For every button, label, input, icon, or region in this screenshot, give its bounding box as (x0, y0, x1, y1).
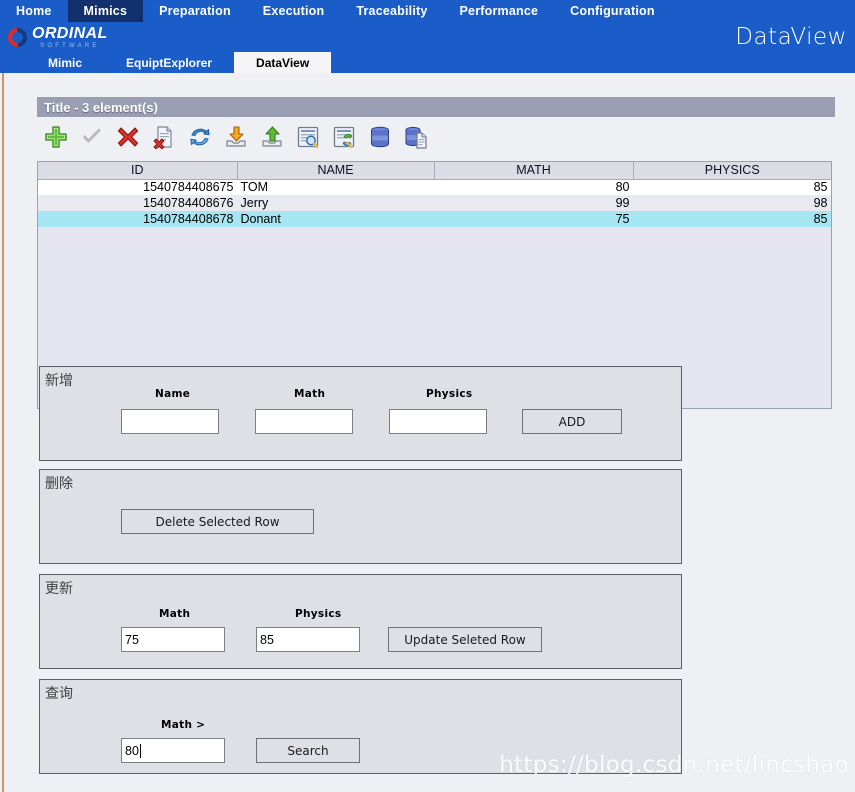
query-math-label: Math > (161, 719, 206, 731)
cell-math: 75 (434, 211, 633, 227)
query-section: 查询 Math > 80 Search (39, 679, 682, 774)
logo-name: ORDINAL (32, 24, 108, 42)
ordinal-ring-icon (4, 23, 31, 51)
left-edge-stripe (2, 72, 4, 792)
delete-icon[interactable] (115, 124, 141, 150)
cell-math: 99 (434, 195, 633, 211)
add-section-legend: 新增 (45, 373, 73, 389)
tab-equiptexplorer[interactable]: EquiptExplorer (104, 52, 234, 73)
add-name-input[interactable] (121, 409, 219, 434)
nav-item-configuration[interactable]: Configuration (554, 0, 671, 22)
ordinal-logo: ORDINAL SOFTWARE (0, 23, 108, 51)
table-row[interactable]: 1540784408676 Jerry 99 98 (38, 195, 831, 211)
add-physics-input[interactable] (389, 409, 487, 434)
nav-item-performance[interactable]: Performance (444, 0, 555, 22)
column-header-name[interactable]: NAME (237, 162, 435, 180)
cell-name: Donant (237, 211, 434, 227)
import-icon[interactable] (223, 124, 249, 150)
update-section-legend: 更新 (45, 581, 73, 597)
cell-physics: 98 (633, 195, 831, 211)
brand-band: ORDINAL SOFTWARE DataView (0, 22, 855, 52)
update-math-input[interactable]: 75 (121, 627, 225, 652)
update-physics-label: Physics (295, 608, 342, 620)
main-navigation-bar: Home Mimics Preparation Execution Tracea… (0, 0, 855, 22)
delete-section: 删除 Delete Selected Row (39, 469, 682, 564)
validate-check-icon[interactable] (79, 124, 105, 150)
export-icon[interactable] (259, 124, 285, 150)
query-section-legend: 查询 (45, 686, 73, 702)
delete-document-icon[interactable] (151, 124, 177, 150)
cell-math: 80 (434, 179, 633, 195)
cell-physics: 85 (633, 211, 831, 227)
tab-mimic[interactable]: Mimic (26, 52, 104, 73)
data-table: ID NAME MATH PHYSICS 1540784408675 TOM 8… (38, 162, 832, 227)
nav-item-home[interactable]: Home (0, 0, 68, 22)
cell-id: 1540784408675 (38, 179, 237, 195)
cell-name: Jerry (237, 195, 434, 211)
add-math-input[interactable] (255, 409, 353, 434)
table-row-selected[interactable]: 1540784408678 Donant 75 85 (38, 211, 831, 227)
update-selected-row-button[interactable]: Update Seleted Row (388, 627, 542, 652)
query-math-input[interactable]: 80 (121, 738, 225, 763)
add-physics-label: Physics (426, 388, 473, 400)
nav-item-traceability[interactable]: Traceability (340, 0, 443, 22)
add-name-label: Name (155, 388, 191, 400)
add-button[interactable]: ADD (522, 409, 622, 434)
sub-tab-bar: Mimic EquiptExplorer DataView (0, 52, 855, 73)
panel-title: Title - 3 element(s) (37, 97, 835, 117)
column-header-id[interactable]: ID (38, 162, 238, 180)
cell-id: 1540784408676 (38, 195, 237, 211)
tab-dataview[interactable]: DataView (234, 52, 332, 73)
update-physics-input[interactable]: 85 (256, 627, 360, 652)
table-header-row: ID NAME MATH PHYSICS (38, 162, 831, 180)
column-header-physics[interactable]: PHYSICS (633, 162, 831, 180)
update-section: 更新 Math Physics 75 85 Update Seleted Row (39, 574, 682, 669)
refresh-query-icon[interactable] (331, 124, 357, 150)
add-section: 新增 Name Math Physics ADD (39, 366, 682, 461)
logo-wordmark: ORDINAL SOFTWARE (32, 24, 108, 49)
add-math-label: Math (294, 388, 326, 400)
column-header-math[interactable]: MATH (434, 162, 634, 180)
nav-item-preparation[interactable]: Preparation (143, 0, 247, 22)
nav-filler (671, 0, 855, 22)
app-title: DataView (735, 24, 847, 50)
nav-item-mimics[interactable]: Mimics (67, 0, 144, 22)
table-row[interactable]: 1540784408675 TOM 80 85 (38, 179, 831, 195)
add-icon[interactable] (43, 124, 69, 150)
search-button[interactable]: Search (256, 738, 360, 763)
cell-physics: 85 (633, 179, 831, 195)
logo-subtitle: SOFTWARE (40, 42, 100, 49)
database-document-icon[interactable] (403, 124, 429, 150)
cell-name: TOM (237, 179, 434, 195)
nav-item-execution[interactable]: Execution (247, 0, 341, 22)
database-icon[interactable] (367, 124, 393, 150)
delete-selected-row-button[interactable]: Delete Selected Row (121, 509, 314, 534)
update-math-label: Math (159, 608, 191, 620)
table-toolbar (43, 124, 429, 150)
subtab-filler (331, 52, 855, 73)
delete-section-legend: 删除 (45, 476, 73, 492)
search-document-icon[interactable] (295, 124, 321, 150)
cell-id: 1540784408678 (38, 211, 237, 227)
refresh-icon[interactable] (187, 124, 213, 150)
